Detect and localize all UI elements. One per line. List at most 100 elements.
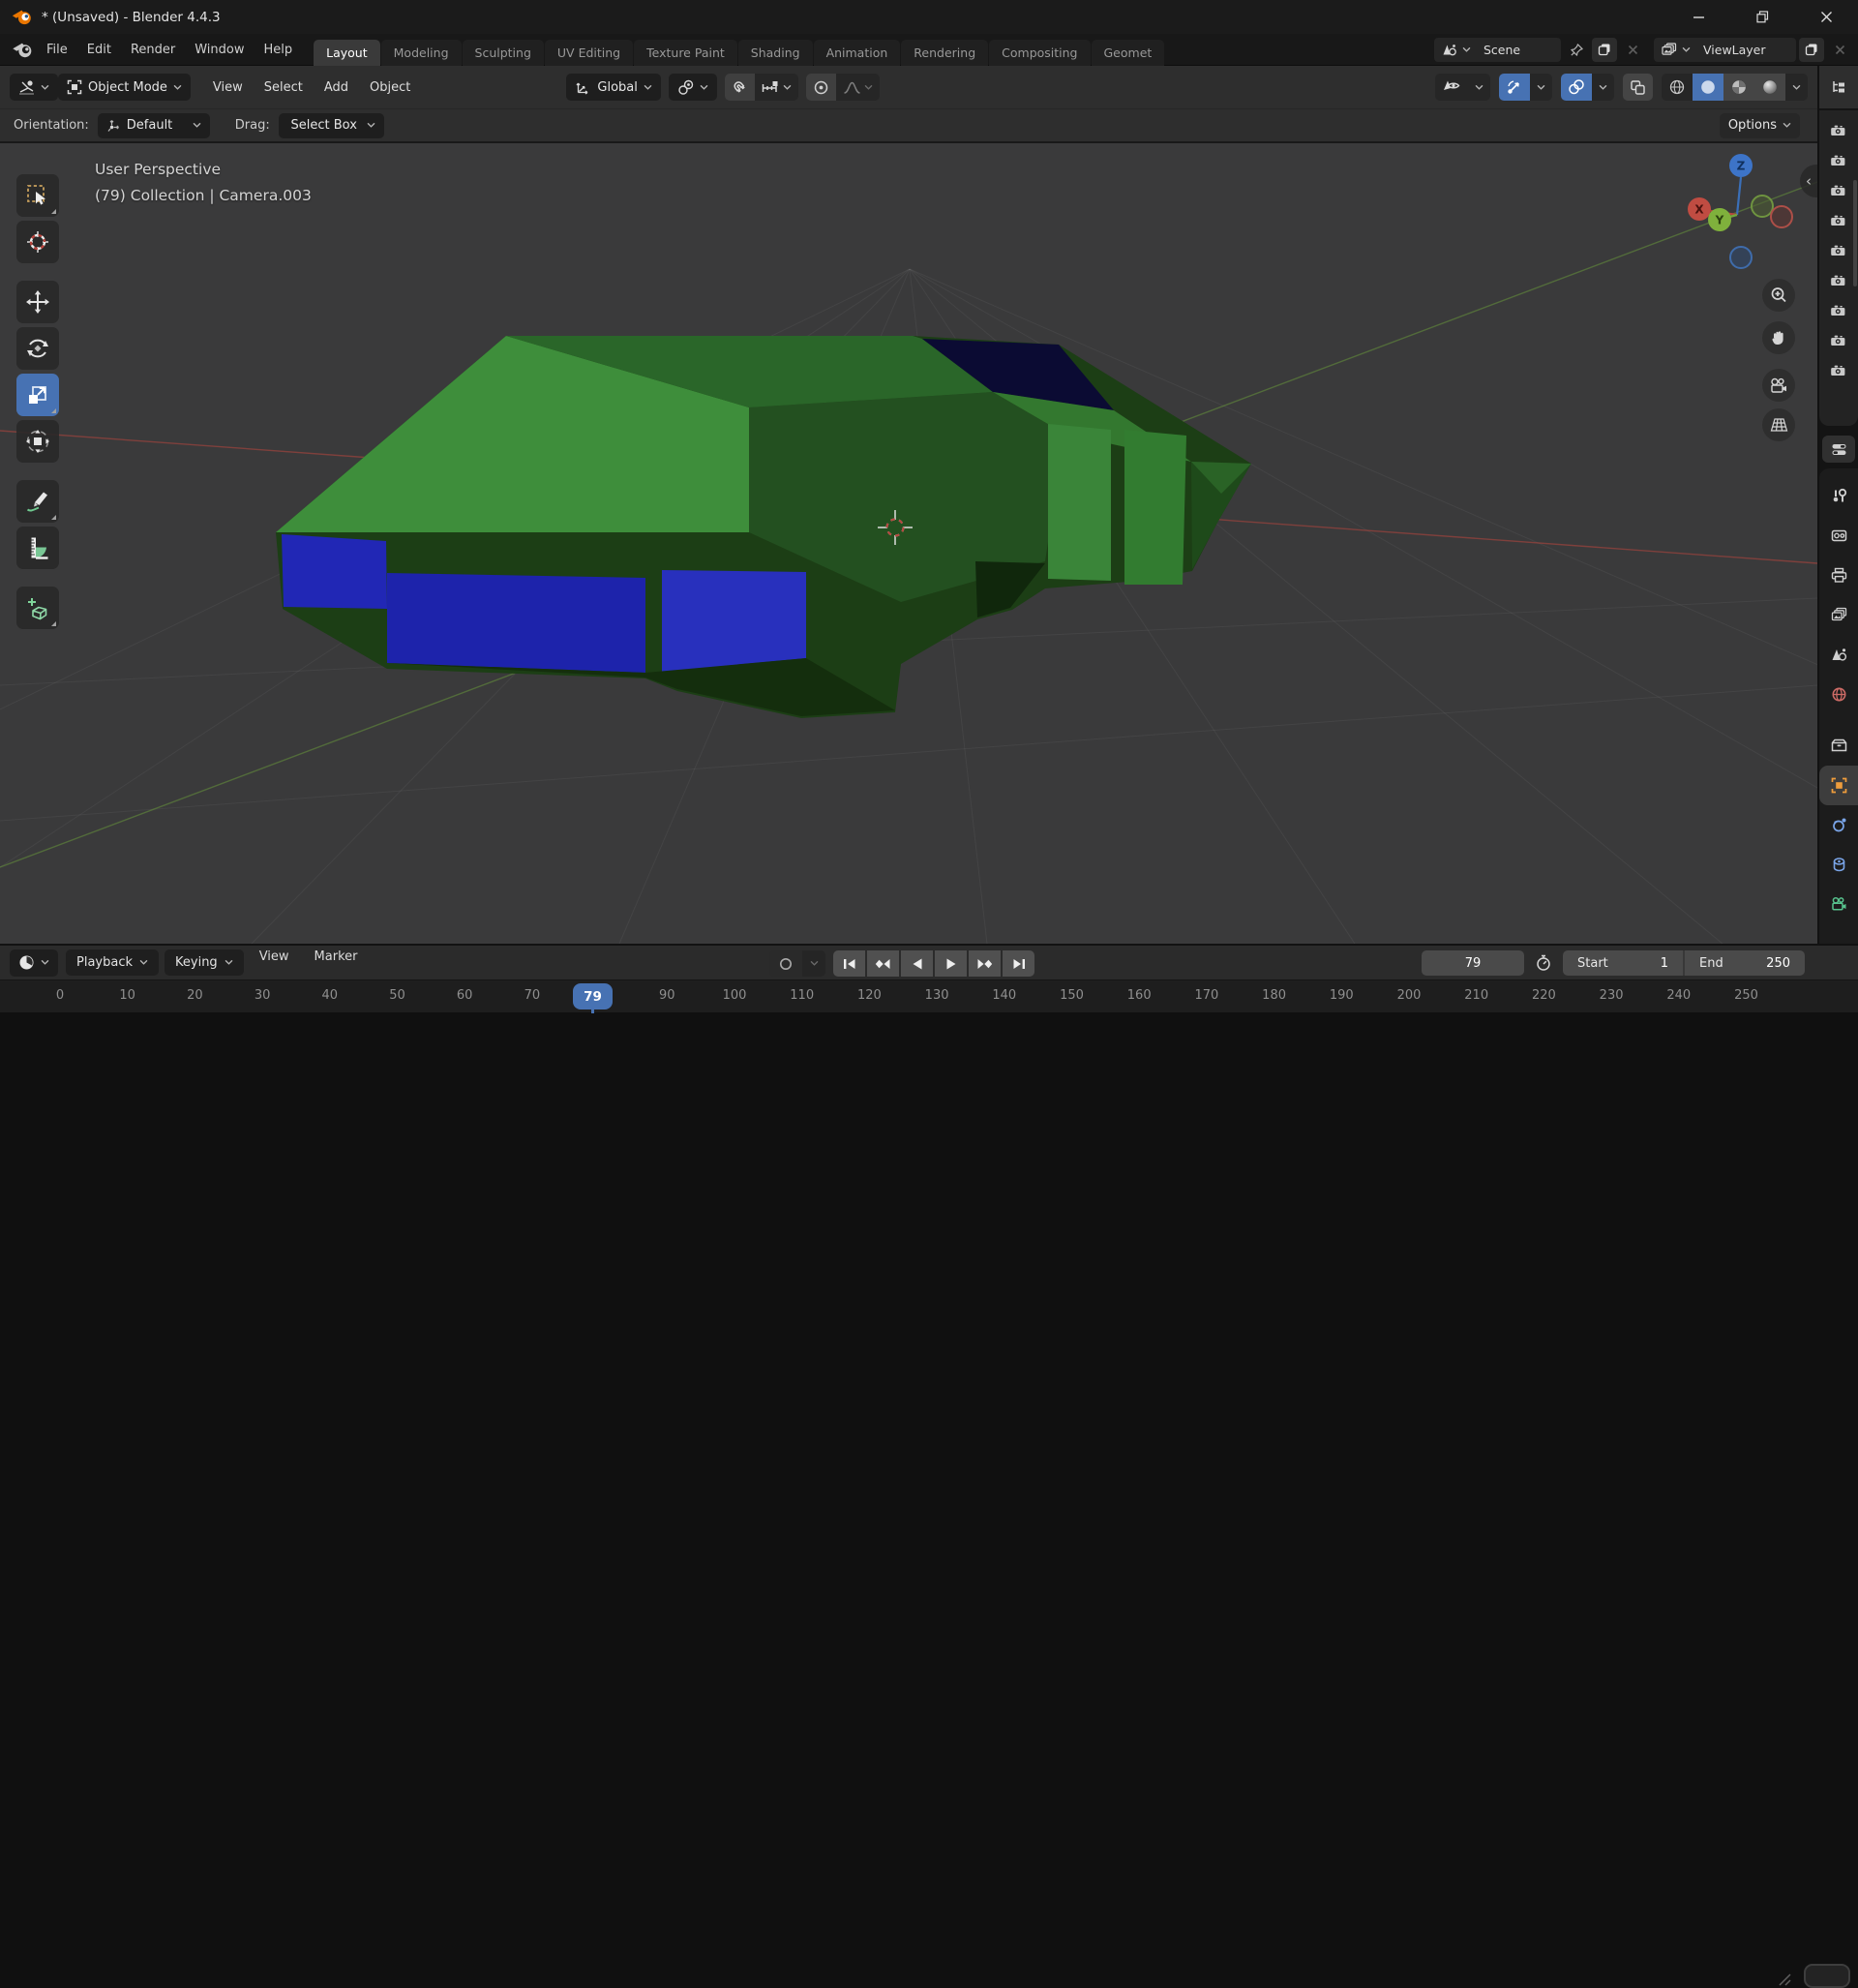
outliner-editor-button[interactable]	[1819, 66, 1858, 108]
workspace-tab-texture-paint[interactable]: Texture Paint	[634, 39, 737, 66]
3d-viewport[interactable]: User Perspective (79) Collection | Camer…	[0, 143, 1817, 944]
new-scene-button[interactable]	[1592, 37, 1617, 62]
current-frame-field[interactable]: 79	[1422, 950, 1524, 976]
show-gizmos-toggle[interactable]	[1499, 74, 1530, 101]
play-button[interactable]	[935, 950, 967, 977]
jump-to-end-button[interactable]	[1003, 950, 1034, 977]
properties-tab-output[interactable]	[1819, 556, 1858, 595]
properties-tab-view-layer[interactable]	[1819, 595, 1858, 635]
tool-rotate[interactable]	[16, 327, 59, 370]
overlays-dropdown[interactable]	[1592, 74, 1614, 101]
workspace-tab-modeling[interactable]: Modeling	[380, 39, 462, 66]
workspace-tab-sculpting[interactable]: Sculpting	[462, 39, 544, 66]
playhead-frame-badge[interactable]: 79	[573, 983, 613, 1009]
previous-keyframe-button[interactable]	[867, 950, 899, 977]
jump-to-start-button[interactable]	[833, 950, 865, 977]
close-button[interactable]	[1794, 0, 1858, 34]
maximize-button[interactable]	[1730, 0, 1794, 34]
mode-dropdown[interactable]: Object Mode	[58, 74, 191, 101]
shading-solid-button[interactable]	[1693, 74, 1723, 101]
tool-transform[interactable]	[16, 420, 59, 463]
menu-file[interactable]: File	[37, 34, 77, 66]
timeline-editor-button[interactable]	[10, 949, 58, 977]
navigation-gizmo[interactable]: Z X Y	[1669, 151, 1814, 286]
properties-tab-object-data[interactable]	[1819, 885, 1858, 924]
options-dropdown[interactable]: Options	[1719, 112, 1800, 138]
properties-tab-constraints[interactable]	[1819, 845, 1858, 885]
outliner-camera-item[interactable]	[1819, 265, 1858, 295]
viewport-canvas[interactable]	[0, 143, 1817, 944]
properties-tab-tool[interactable]	[1819, 476, 1858, 516]
drag-dropdown[interactable]: Select Box	[278, 112, 384, 138]
pin-scene-button[interactable]	[1564, 38, 1589, 62]
menu-edit[interactable]: Edit	[77, 34, 121, 66]
timeline-menu-playback[interactable]: Playback	[66, 949, 160, 976]
tool-measure[interactable]	[16, 527, 59, 569]
auto-keying-toggle[interactable]	[769, 950, 802, 977]
menu-render[interactable]: Render	[121, 34, 185, 66]
outliner-camera-item[interactable]	[1819, 355, 1858, 385]
shading-dropdown[interactable]	[1785, 74, 1808, 101]
viewport-menu-select[interactable]: Select	[254, 74, 314, 101]
viewlayer-selector[interactable]: ViewLayer	[1654, 37, 1796, 62]
pivot-point-dropdown[interactable]	[668, 74, 717, 101]
properties-tab-collection[interactable]	[1819, 726, 1858, 766]
outliner-camera-item[interactable]	[1819, 175, 1858, 205]
menu-help[interactable]: Help	[255, 34, 303, 66]
outliner-camera-item[interactable]	[1819, 295, 1858, 325]
camera-view-button[interactable]	[1762, 369, 1795, 402]
timeline-menu-view[interactable]: View	[250, 949, 299, 976]
outliner-camera-item[interactable]	[1819, 145, 1858, 175]
blender-menu-icon[interactable]	[12, 42, 33, 58]
minimize-button[interactable]	[1666, 0, 1730, 34]
workspace-tab-compositing[interactable]: Compositing	[989, 39, 1091, 66]
gizmo-axis-neg-x[interactable]	[1770, 205, 1793, 228]
zoom-button[interactable]	[1762, 279, 1795, 312]
falloff-dropdown[interactable]	[836, 74, 880, 101]
gizmo-axis-neg-z[interactable]	[1729, 246, 1753, 269]
timeline-scrollbar[interactable]	[1804, 1964, 1850, 1988]
tool-select-box[interactable]	[16, 174, 59, 217]
remove-viewlayer-button[interactable]	[1827, 38, 1852, 62]
workspace-tab-geomet[interactable]: Geomet	[1091, 39, 1165, 66]
properties-tab-render[interactable]	[1819, 516, 1858, 556]
next-keyframe-button[interactable]	[969, 950, 1001, 977]
toggle-orthographic-button[interactable]	[1762, 408, 1795, 441]
shading-wireframe-button[interactable]	[1662, 74, 1693, 101]
properties-tab-physics[interactable]	[1819, 805, 1858, 845]
workspace-tab-shading[interactable]: Shading	[737, 39, 813, 66]
visibility-dropdown[interactable]	[1435, 74, 1490, 101]
properties-editor-button[interactable]	[1822, 436, 1855, 463]
end-frame-field[interactable]: End 250	[1685, 950, 1805, 976]
gizmo-dropdown[interactable]	[1530, 74, 1552, 101]
workspace-tab-rendering[interactable]: Rendering	[901, 39, 989, 66]
timeline-menu-marker[interactable]: Marker	[305, 949, 368, 976]
workspace-tab-animation[interactable]: Animation	[813, 39, 901, 66]
auto-keying-dropdown[interactable]	[802, 950, 825, 977]
orientation-dropdown[interactable]: Default	[97, 112, 210, 138]
snap-settings-dropdown[interactable]	[755, 74, 798, 101]
use-preview-range-button[interactable]	[1529, 951, 1558, 976]
timeline-ruler[interactable]: 0 10 20 30 40 50 60 70 90 100 110 120 130 140 150 160 17…	[0, 979, 1858, 1988]
tool-scale[interactable]	[16, 374, 59, 416]
tool-add-cube[interactable]	[16, 587, 59, 629]
workspace-tab-uv-editing[interactable]: UV Editing	[544, 39, 634, 66]
outliner-collapsed[interactable]	[1819, 110, 1858, 426]
xray-toggle[interactable]	[1623, 74, 1653, 101]
outliner-camera-item[interactable]	[1819, 115, 1858, 145]
viewport-menu-object[interactable]: Object	[359, 74, 421, 101]
tool-move[interactable]	[16, 281, 59, 323]
editor-type-button[interactable]	[10, 74, 58, 101]
transform-orientation-dropdown[interactable]: Global	[566, 74, 661, 101]
resize-handle-icon[interactable]	[1777, 1972, 1792, 1987]
viewport-menu-view[interactable]: View	[202, 74, 254, 101]
show-overlays-toggle[interactable]	[1561, 74, 1592, 101]
timeline-menu-keying[interactable]: Keying	[165, 949, 244, 976]
properties-tab-object[interactable]	[1819, 766, 1858, 805]
workspace-tab-layout[interactable]: Layout	[314, 39, 380, 66]
start-frame-field[interactable]: Start 1	[1563, 950, 1685, 976]
menu-window[interactable]: Window	[185, 34, 254, 66]
tool-cursor[interactable]	[16, 221, 59, 263]
gizmo-axis-neg-y[interactable]	[1751, 195, 1774, 218]
viewport-menu-add[interactable]: Add	[314, 74, 359, 101]
